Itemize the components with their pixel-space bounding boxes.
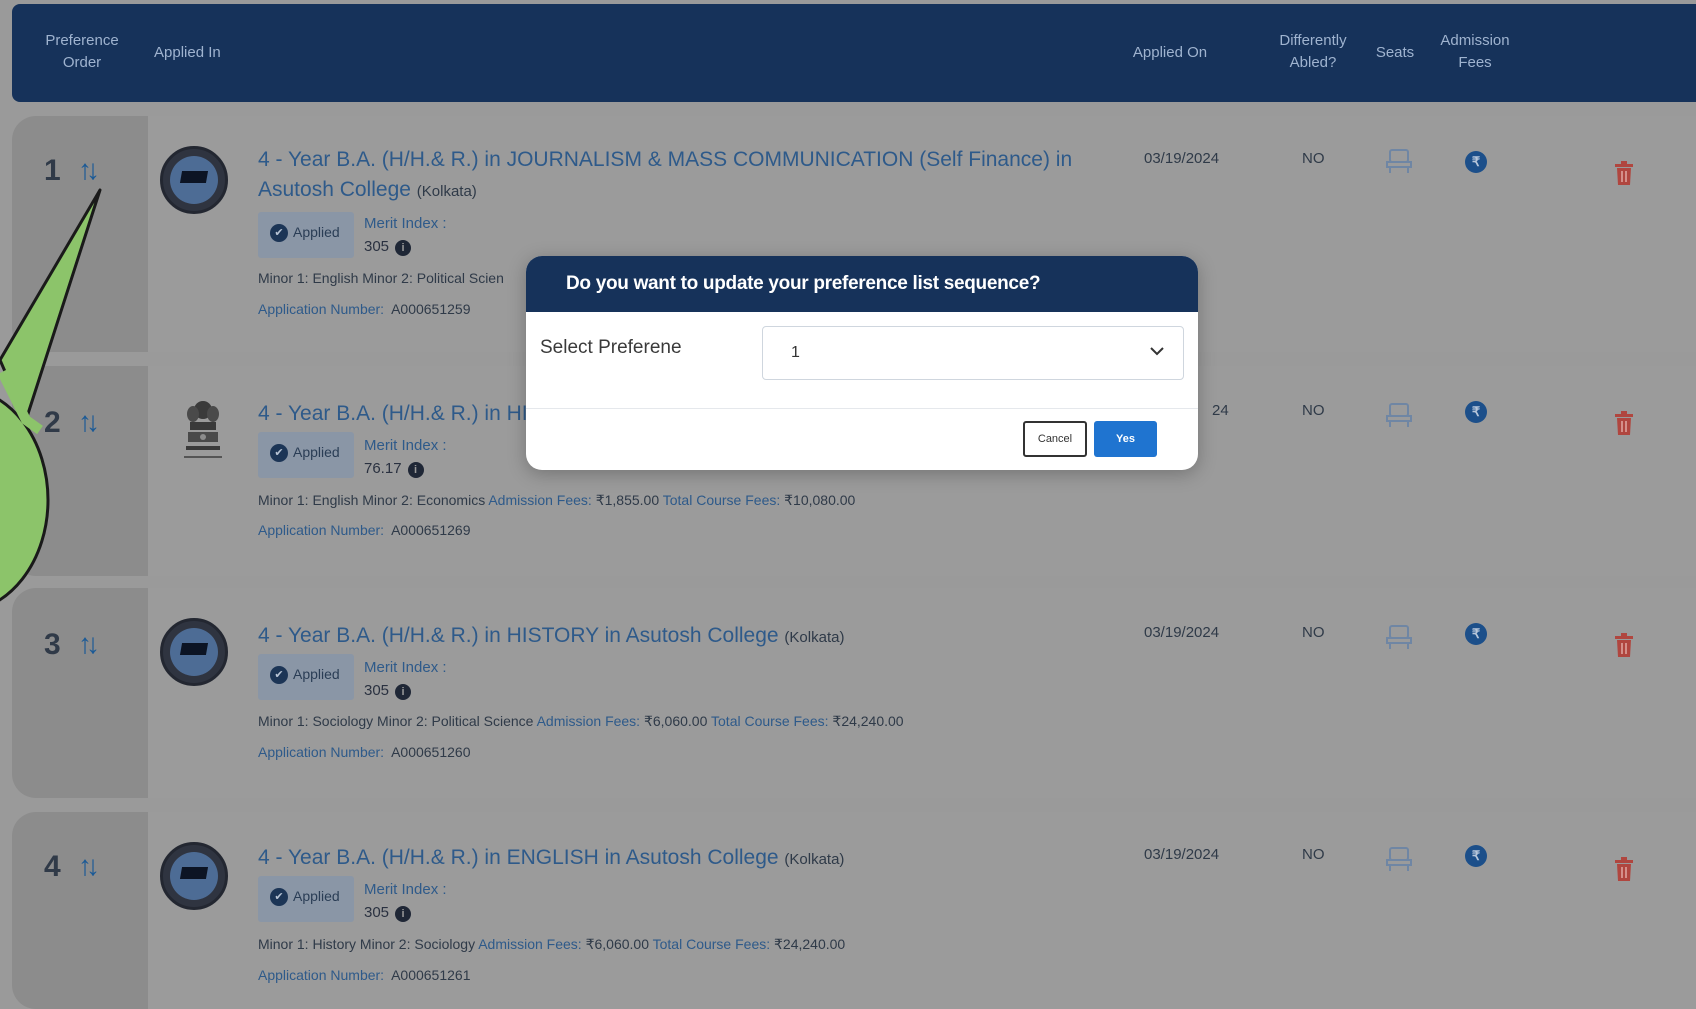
seat-icon[interactable]	[1385, 846, 1413, 872]
course-title[interactable]: 4 - Year B.A. (H/H.& R.) in HISTORY in A…	[258, 620, 844, 653]
header-applied-in: Applied In	[154, 44, 221, 61]
row-order: 3	[44, 628, 61, 661]
applied-on-date: 03/19/2024	[1144, 624, 1220, 641]
minors-text: Minor 1: History Minor 2: Sociology Admi…	[258, 936, 846, 952]
status-badge: ✔ Applied	[258, 212, 354, 258]
application-number: Application Number: A000651260	[258, 744, 471, 760]
rupee-icon[interactable]: ₹	[1465, 623, 1487, 645]
applied-on-date: 03/19/2024	[1144, 150, 1220, 167]
differently-abled-value: NO	[1302, 846, 1325, 863]
course-title[interactable]: 4 - Year B.A. (H/H.& R.) in JOURNALISM &…	[258, 144, 1072, 175]
preference-select-value: 1	[791, 344, 800, 361]
header-admission-fees: Admission Fees	[1440, 32, 1510, 71]
seat-icon[interactable]	[1385, 624, 1413, 650]
info-icon[interactable]: i	[407, 462, 424, 478]
rupee-icon[interactable]: ₹	[1465, 151, 1487, 173]
info-icon[interactable]: i	[395, 684, 412, 700]
graduation-cap-icon	[160, 842, 228, 910]
table-row: 3 ↑↓ 4 - Year B.A. (H/H.& R.) in HISTORY…	[12, 588, 1696, 798]
seat-icon[interactable]	[1385, 402, 1413, 428]
trash-icon[interactable]	[1613, 160, 1635, 186]
sort-arrows-icon[interactable]: ↑↓	[78, 628, 100, 660]
merit-index: Merit Index :76.17 i	[364, 437, 447, 478]
course-title[interactable]: 4 - Year B.A. (H/H.& R.) in ENGLISH in A…	[258, 842, 844, 875]
minors-text: Minor 1: Sociology Minor 2: Political Sc…	[258, 713, 904, 729]
applied-on-date: 03/19/2024	[1144, 846, 1220, 863]
college-name: Asutosh College (Kolkata)	[258, 178, 477, 201]
chevron-down-icon	[1150, 347, 1164, 356]
table-row: 4 ↑↓ 4 - Year B.A. (H/H.& R.) in ENGLISH…	[12, 812, 1696, 1009]
course-title[interactable]: 4 - Year B.A. (H/H.& R.) in HIST	[258, 398, 554, 429]
sort-arrows-icon[interactable]: ↑↓	[78, 850, 100, 882]
table-header: Preference Order Applied In Applied On D…	[12, 4, 1696, 102]
header-applied-on: Applied On	[1132, 44, 1208, 61]
cancel-button[interactable]: Cancel	[1023, 421, 1087, 457]
info-icon[interactable]: i	[395, 906, 412, 922]
differently-abled-value: NO	[1302, 624, 1325, 641]
seat-icon[interactable]	[1385, 148, 1413, 174]
trash-icon[interactable]	[1613, 856, 1635, 882]
select-preference-label: Select Preferene	[540, 337, 682, 358]
minors-text: Minor 1: English Minor 2: Political Scie…	[258, 270, 504, 286]
national-emblem-icon	[184, 401, 222, 458]
merit-index: Merit Index :305 i	[364, 215, 447, 256]
application-number: Application Number: A000651269	[258, 522, 471, 538]
application-number: Application Number: A000651261	[258, 967, 471, 983]
minors-text: Minor 1: English Minor 2: Economics Admi…	[258, 492, 856, 508]
modal-title: Do you want to update your preference li…	[526, 256, 1198, 312]
graduation-cap-icon	[160, 618, 228, 686]
row-order: 4	[44, 850, 61, 883]
graduation-cap-icon	[160, 146, 228, 214]
header-differently-abled: Differently Abled?	[1279, 32, 1347, 71]
rupee-icon[interactable]: ₹	[1465, 401, 1487, 423]
rupee-icon[interactable]: ₹	[1465, 845, 1487, 867]
status-badge: ✔ Applied	[258, 876, 354, 922]
info-icon[interactable]: i	[395, 240, 412, 256]
application-number: Application Number: A000651259	[258, 301, 471, 317]
yes-button[interactable]: Yes	[1094, 421, 1157, 457]
trash-icon[interactable]	[1613, 410, 1635, 436]
preference-select[interactable]: 1	[762, 326, 1184, 380]
differently-abled-value: NO	[1302, 150, 1325, 167]
speech-bubble-annotation	[0, 188, 102, 602]
differently-abled-value: NO	[1302, 402, 1325, 419]
trash-icon[interactable]	[1613, 632, 1635, 658]
applied-on-date: 24	[1212, 402, 1229, 419]
status-badge: ✔ Applied	[258, 654, 354, 700]
header-seats: Seats	[1375, 44, 1415, 61]
status-badge: ✔ Applied	[258, 432, 354, 478]
preference-modal: Do you want to update your preference li…	[526, 256, 1198, 470]
merit-index: Merit Index :305 i	[364, 659, 447, 700]
merit-index: Merit Index :305 i	[364, 881, 447, 922]
